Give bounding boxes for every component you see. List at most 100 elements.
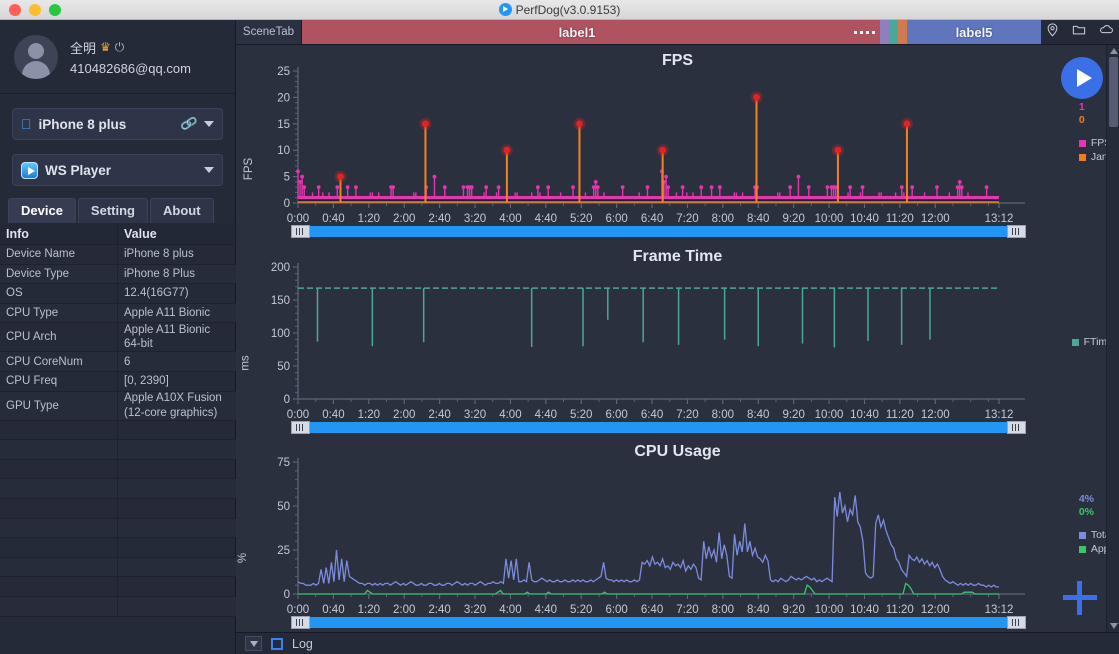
tab-about[interactable]: About — [150, 198, 214, 223]
log-panel-toggle-button[interactable] — [245, 636, 262, 651]
scene-segment-3[interactable] — [889, 20, 898, 44]
svg-text:0:00: 0:00 — [287, 604, 309, 616]
svg-text:100: 100 — [271, 328, 290, 340]
scroll-up-icon[interactable] — [1107, 45, 1119, 57]
log-checkbox[interactable] — [271, 638, 283, 650]
svg-text:2:00: 2:00 — [393, 604, 415, 616]
svg-text:5:20: 5:20 — [570, 213, 592, 225]
table-empty-row — [0, 479, 236, 499]
chart-timeline-scrollbar-fps[interactable] — [291, 225, 1026, 238]
scrollbar-thumb[interactable] — [1109, 57, 1118, 127]
user-email: 410482686@qq.com — [70, 61, 191, 76]
svg-text:0: 0 — [284, 589, 290, 601]
add-chart-button[interactable] — [1063, 581, 1097, 615]
scene-segment-label1[interactable]: label1 — [302, 20, 852, 44]
perfdog-logo-icon — [499, 3, 512, 16]
chart-frame-time: Frame Time ms 0501001502000:000:401:202:… — [236, 241, 1119, 436]
main-panel: SceneTab label1 label5 — [236, 20, 1119, 654]
chart-timeline-scrollbar-cpu[interactable] — [291, 616, 1026, 629]
table-row: CPU Freq [0, 2390] — [0, 372, 236, 392]
row-value — [118, 597, 236, 616]
svg-text:9:20: 9:20 — [782, 604, 804, 616]
user-avatar-icon[interactable] — [14, 35, 58, 79]
tab-device[interactable]: Device — [8, 198, 76, 223]
svg-text:10: 10 — [277, 145, 290, 157]
row-value: Apple A11 Bionic — [118, 304, 236, 323]
table-empty-row — [0, 460, 236, 480]
scrollbar-grip-right[interactable] — [1007, 225, 1026, 238]
svg-text:6:00: 6:00 — [605, 604, 627, 616]
chart-plot-fps[interactable]: 05101520250:000:401:202:002:403:204:004:… — [236, 45, 1026, 231]
row-value: iPhone 8 Plus — [118, 265, 236, 284]
row-value: [0, 2390] — [118, 372, 236, 391]
svg-text:8:40: 8:40 — [747, 604, 769, 616]
vertical-scrollbar[interactable] — [1106, 45, 1119, 632]
col-header-value: Value — [118, 223, 236, 244]
usb-link-icon[interactable]: 🔗 — [179, 114, 198, 133]
chart-plot-cpu-usage[interactable]: 02550750:000:401:202:002:403:204:004:405… — [236, 436, 1026, 622]
row-key — [0, 597, 118, 616]
scrollbar-grip-left[interactable] — [291, 421, 310, 434]
app-select[interactable]: WS Player — [12, 154, 223, 186]
chart-plot-frame-time[interactable]: 0501001502000:000:401:202:002:403:204:00… — [236, 241, 1026, 427]
row-value — [118, 519, 236, 538]
svg-text:2:00: 2:00 — [393, 409, 415, 421]
window-title-text: PerfDog(v3.0.9153) — [516, 3, 621, 17]
location-pin-icon[interactable] — [1045, 22, 1060, 42]
scene-segment-label5[interactable]: label5 — [907, 20, 1041, 44]
chevron-down-icon[interactable] — [204, 167, 214, 173]
row-value: 6 — [118, 352, 236, 371]
row-value — [118, 499, 236, 518]
scroll-down-icon[interactable] — [1107, 620, 1119, 632]
svg-text:0:40: 0:40 — [322, 213, 344, 225]
scene-segment-2[interactable] — [880, 20, 889, 44]
scrollbar-track[interactable] — [310, 226, 1007, 237]
power-icon[interactable]: ⏻ — [115, 40, 125, 55]
row-value-line2: 64-bit — [124, 337, 153, 351]
scrollbar-grip-left[interactable] — [291, 616, 310, 629]
svg-text:10:40: 10:40 — [850, 213, 879, 225]
svg-text:7:20: 7:20 — [676, 213, 698, 225]
scrollbar-grip-right[interactable] — [1007, 421, 1026, 434]
row-key — [0, 499, 118, 518]
svg-text:4:00: 4:00 — [499, 213, 521, 225]
scene-tab-label[interactable]: SceneTab — [236, 20, 302, 44]
svg-text:50: 50 — [277, 501, 290, 513]
svg-text:10:00: 10:00 — [815, 604, 844, 616]
legend-swatch-ftime — [1072, 339, 1079, 346]
folder-icon[interactable] — [1071, 22, 1087, 42]
log-label: Log — [292, 637, 313, 651]
svg-text:11:20: 11:20 — [886, 604, 914, 616]
scene-segment-4[interactable] — [898, 20, 907, 44]
svg-text:6:00: 6:00 — [605, 213, 627, 225]
scrollbar-grip-left[interactable] — [291, 225, 310, 238]
table-empty-row — [0, 577, 236, 597]
tab-setting[interactable]: Setting — [78, 198, 148, 223]
device-select[interactable]:  iPhone 8 plus 🔗 — [12, 108, 223, 140]
svg-text:8:40: 8:40 — [747, 213, 769, 225]
chevron-down-icon[interactable] — [204, 121, 214, 127]
svg-text:10:40: 10:40 — [850, 604, 879, 616]
svg-text:13:12: 13:12 — [985, 604, 1014, 616]
svg-text:2:00: 2:00 — [393, 213, 415, 225]
row-value — [118, 577, 236, 596]
scrollbar-grip-right[interactable] — [1007, 616, 1026, 629]
scrollbar-track[interactable] — [310, 422, 1007, 433]
sidebar: 全明 ♛ ⏻ 410482686@qq.com  iPhone 8 plus … — [0, 20, 236, 654]
svg-text:12:00: 12:00 — [921, 409, 950, 421]
svg-text:1:20: 1:20 — [358, 604, 380, 616]
legend-swatch-fps — [1079, 140, 1086, 147]
svg-text:8:00: 8:00 — [712, 409, 734, 421]
chart-timeline-scrollbar-frame-time[interactable] — [291, 421, 1026, 434]
row-key — [0, 519, 118, 538]
row-value — [118, 421, 236, 440]
cloud-icon[interactable] — [1098, 22, 1115, 42]
svg-text:0:40: 0:40 — [322, 409, 344, 421]
scrollbar-track[interactable] — [310, 617, 1007, 628]
play-button[interactable] — [1061, 57, 1103, 99]
table-row: CPU Arch Apple A11 Bionic 64-bit — [0, 323, 236, 352]
svg-text:25: 25 — [277, 545, 290, 557]
svg-text:1:20: 1:20 — [358, 213, 380, 225]
row-value: iPhone 8 plus — [118, 245, 236, 264]
svg-text:3:20: 3:20 — [464, 604, 486, 616]
